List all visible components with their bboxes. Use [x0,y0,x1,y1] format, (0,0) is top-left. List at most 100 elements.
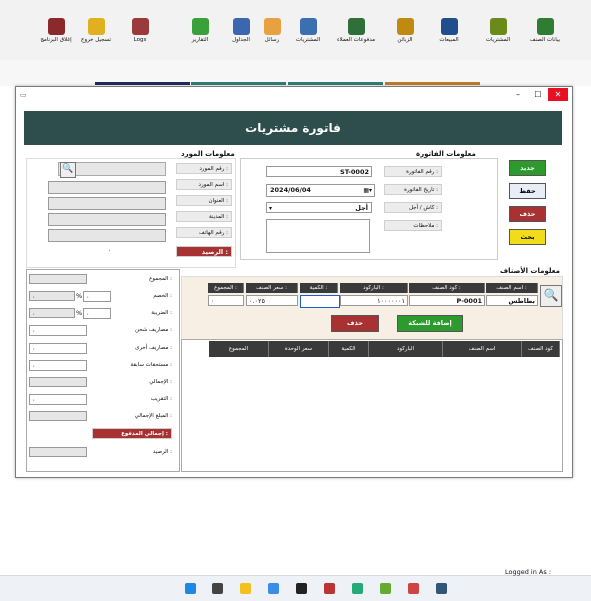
item-header: الكمية : [300,283,338,293]
invoice-date-picker[interactable]: 2024/06/04 ▦▾ [266,184,375,197]
totals-label: المبلغ الإجمالي : [134,413,172,419]
item-name-field[interactable]: بطاطس [486,295,538,306]
invoice-number-field[interactable]: ST-0002 [266,166,372,177]
window-titlebar: ▭ – ☐ ✕ [16,87,572,102]
excel-icon[interactable] [352,583,363,594]
totals-label: مصاريف شحن : [135,327,172,333]
percent-field[interactable]: ٠ [83,291,111,302]
ribbon-item-1[interactable]: المشتريات [477,18,519,43]
items-section-title: معلومات الأصناف [500,267,560,275]
mail-icon [263,18,281,35]
add-to-grid-button[interactable]: إضافة للشبكة [397,315,463,332]
supplier-field[interactable] [48,213,166,226]
lock-icon [87,18,105,35]
notes-textarea[interactable] [266,219,370,253]
ribbon-item-4[interactable]: مدفوعات العملاء [335,18,377,43]
delete-item-button[interactable]: حذف [331,315,379,332]
ribbon-item-2[interactable]: المبيعات [428,18,470,43]
totals-field[interactable]: ٠ [29,325,87,336]
new-button[interactable]: جديد [509,160,546,176]
ribbon-item-3[interactable]: الزبائن [384,18,426,43]
calendar-icon[interactable]: ▦▾ [363,185,372,196]
grid-header: اسم الصنف [443,341,522,357]
totals-field[interactable]: ٠ [29,343,87,354]
totals-field[interactable]: ٠ [29,394,87,405]
save-button[interactable]: حفظ [509,183,546,199]
ribbon-item-8[interactable]: التقارير [179,18,221,43]
minimize-button[interactable]: – [508,88,528,101]
item-header: الباركود : [340,283,408,293]
ribbon-item-9[interactable]: Logs [119,18,161,43]
ribbon-item-label: مدفوعات العملاء [336,37,376,43]
totals-field[interactable]: ٠ [29,308,75,318]
media-icon[interactable] [408,583,419,594]
invoice-number-label: رقم الفاتورة : [384,166,442,177]
chevron-down-icon: ▾ [269,205,273,212]
ribbon-item-label: الجداول [232,37,250,43]
totals-label: التقريب : [150,396,172,402]
items-icon [536,18,554,35]
section-bar-4 [385,82,480,85]
grid-header: سعر الوحدة [269,341,329,357]
taskview-icon[interactable] [212,583,223,594]
totals-field[interactable] [29,377,87,387]
totals-field[interactable] [29,411,87,421]
item-code-field[interactable]: P-0001 [409,295,485,306]
totals-label: الرصيد : [152,449,172,455]
close-button[interactable]: ✕ [548,88,568,101]
search-icon[interactable]: 🔍 [60,162,76,178]
grid-header: الكمية [329,341,369,357]
totals-field[interactable] [29,447,87,457]
ribbon-item-5[interactable]: المشتريات [287,18,329,43]
app-icon[interactable] [296,583,307,594]
payment-type-select[interactable]: أجل ▾ [266,202,372,213]
item-total-field[interactable]: ٠ [208,295,244,306]
folder-icon[interactable] [240,583,251,594]
percent-field[interactable]: ٠ [83,308,111,319]
supplier-field[interactable] [48,197,166,210]
edge-icon[interactable] [185,583,196,594]
maximize-button[interactable]: ☐ [528,88,548,101]
search-button[interactable]: بحث [509,229,546,245]
supplier-field-label: المدينة : [176,211,232,222]
ribbon-item-label: Logs [133,37,147,43]
purchases-icon [489,18,507,35]
settings-icon[interactable] [436,583,447,594]
notes-label: ملاحظات : [384,220,442,231]
ribbon-item-0[interactable]: بيانات الصنف [524,18,566,43]
item-header: اسم الصنف : [486,283,538,293]
office-icon[interactable] [324,583,335,594]
item-price-field[interactable]: ٠.٠٢٥ [246,295,298,306]
chrome-icon[interactable] [380,583,391,594]
supplier-field[interactable] [48,181,166,194]
store-icon[interactable] [268,583,279,594]
purchase-invoice-window: ▭ – ☐ ✕ فاتورة مشتريات جديد حفظ حذف بحث … [15,86,573,478]
totals-field[interactable] [29,274,87,284]
supplier-balance-value: ٠ [108,247,112,254]
supplier-balance-label: الرصيد : [176,246,232,257]
ribbon-item-label: المشتريات [485,37,511,43]
delete-button[interactable]: حذف [509,206,546,222]
totals-field[interactable]: ٠ [29,291,75,301]
ribbon-item-11[interactable]: إغلاق البرنامج [35,18,77,43]
sales-icon [440,18,458,35]
items-grid[interactable] [181,339,563,472]
ribbon-item-7[interactable]: الجداول [220,18,262,43]
logged-in-status: Logged in As : [505,568,552,576]
customers-icon [396,18,414,35]
item-barcode-field[interactable]: ١٠٠٠٠٠٠١ [340,295,408,306]
totals-field[interactable]: ٠ [29,360,87,371]
payments-icon [347,18,365,35]
reports-icon [299,18,317,35]
supplier-field[interactable] [48,229,166,242]
ribbon-item-label: التقارير [191,37,209,43]
ribbon-item-10[interactable]: تسجيل خروج [75,18,117,43]
totals-label: المجموع : [149,276,172,282]
totals-label: الإجمالي : [149,379,172,385]
grid-header: كود الصنف [522,341,560,357]
item-search-icon[interactable]: 🔍 [540,285,562,307]
payment-type-label: كاش / أجل : [384,202,442,213]
ribbon-item-label: إغلاق البرنامج [40,37,72,43]
chart-icon [191,18,209,35]
item-quantity-field[interactable] [300,295,340,308]
